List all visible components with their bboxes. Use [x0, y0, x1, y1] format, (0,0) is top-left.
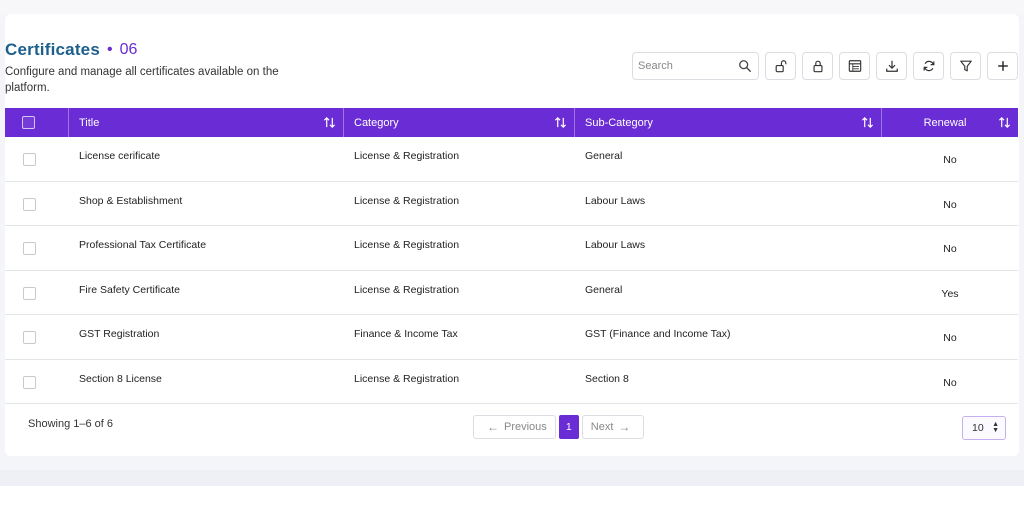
row-checkbox[interactable]	[22, 242, 36, 255]
filter-icon	[959, 60, 972, 72]
column-sub-category-label: Sub-Category	[585, 116, 653, 129]
page-1-button[interactable]: 1	[558, 415, 579, 439]
page-header: Certificates • 06	[5, 40, 137, 60]
row-checkbox[interactable]	[22, 197, 36, 211]
rows-per-page-select[interactable]: 10 ▲ ▼	[962, 416, 1006, 440]
download-icon	[885, 60, 898, 72]
row-checkbox-cell	[5, 182, 69, 226]
cell-title: Shop & Establishment	[79, 194, 183, 207]
lock-button[interactable]	[802, 52, 833, 80]
next-label: Next	[590, 421, 614, 433]
showing-count: Showing 1–6 of 6	[28, 418, 114, 430]
refresh-button[interactable]	[913, 52, 944, 80]
column-category-label: Category	[354, 116, 399, 129]
add-button[interactable]	[987, 52, 1018, 80]
download-button[interactable]	[876, 52, 907, 80]
select-arrows-icon: ▲ ▼	[992, 421, 999, 434]
table-row[interactable]: Fire Safety Certificate License & Regist…	[5, 271, 1018, 315]
toolbar	[632, 52, 1018, 80]
previous-button[interactable]: ← Previous	[473, 415, 556, 439]
table-icon	[848, 60, 861, 72]
cell-category: License & Registration	[354, 372, 460, 385]
bottom-band	[0, 470, 1024, 486]
page-subtitle: Configure and manage all certificates av…	[5, 66, 279, 94]
unlock-button[interactable]	[765, 52, 796, 80]
sort-icon[interactable]	[998, 116, 1011, 129]
cell-sub-category: Section 8	[585, 372, 629, 385]
previous-label: Previous	[504, 421, 547, 433]
cell-sub-category: GST (Finance and Income Tax)	[585, 328, 731, 340]
column-title[interactable]: Title	[69, 108, 344, 137]
cell-category: License & Registration	[354, 194, 460, 207]
cell-renewal: No	[943, 376, 957, 389]
cell-title: Section 8 License	[79, 372, 162, 385]
certificate-count: 06	[119, 41, 138, 58]
column-sub-category[interactable]: Sub-Category	[575, 108, 882, 137]
table-view-button[interactable]	[839, 52, 870, 80]
row-checkbox[interactable]	[22, 153, 36, 166]
cell-sub-category: Labour Laws	[585, 239, 646, 251]
cell-renewal: No	[943, 243, 957, 255]
row-checkbox-cell	[5, 137, 69, 181]
cell-renewal: Yes	[941, 287, 959, 300]
title-separator: •	[107, 41, 113, 58]
column-category[interactable]: Category	[344, 108, 575, 137]
cell-title: Professional Tax Certificate	[79, 239, 207, 251]
cell-title: Fire Safety Certificate	[79, 283, 180, 296]
refresh-icon	[923, 60, 934, 72]
table-footer: Showing 1–6 of 6 ← Previous 1 Next → 10 …	[5, 406, 1018, 442]
row-checkbox[interactable]	[22, 331, 36, 344]
cell-sub-category: General	[585, 150, 623, 162]
table-row[interactable]: Professional Tax Certificate License & R…	[5, 226, 1018, 271]
select-all-checkbox[interactable]	[22, 116, 35, 129]
row-checkbox-cell	[5, 360, 69, 404]
column-renewal[interactable]: Renewal	[882, 108, 1018, 137]
certificates-table: Title Category Sub-Category Renewal Lice…	[5, 108, 1018, 404]
cell-category: License & Registration	[354, 239, 460, 251]
cell-category: License & Registration	[354, 283, 460, 296]
row-checkbox-cell	[5, 226, 69, 270]
unlock-icon	[775, 60, 786, 73]
row-checkbox[interactable]	[22, 286, 36, 300]
table-row[interactable]: GST Registration Finance & Income Tax GS…	[5, 315, 1018, 360]
pagination: ← Previous 1 Next →	[473, 415, 645, 439]
filter-button[interactable]	[950, 52, 981, 80]
column-title-label: Title	[79, 116, 100, 129]
cell-renewal: No	[943, 332, 957, 344]
cell-title: GST Registration	[79, 328, 160, 340]
cell-category: Finance & Income Tax	[354, 328, 458, 340]
column-renewal-label: Renewal	[923, 116, 967, 129]
cell-title: License cerificate	[79, 150, 161, 162]
arrow-left-icon: ←	[487, 420, 499, 434]
cell-sub-category: General	[585, 283, 623, 296]
rows-per-page-value: 10	[972, 422, 984, 434]
page-title: Certificates	[5, 40, 100, 59]
arrow-right-icon: →	[618, 420, 631, 434]
search-box	[632, 52, 759, 80]
plus-icon	[997, 61, 1008, 71]
cell-renewal: No	[943, 198, 957, 211]
sort-icon[interactable]	[554, 116, 567, 129]
next-button[interactable]: Next →	[581, 415, 645, 439]
header-checkbox-cell	[5, 108, 69, 137]
cell-sub-category: Labour Laws	[585, 194, 646, 207]
table-header: Title Category Sub-Category Renewal	[5, 108, 1018, 137]
cell-renewal: No	[943, 154, 957, 166]
search-input[interactable]	[638, 53, 738, 79]
top-band	[0, 0, 1024, 14]
cell-category: License & Registration	[354, 150, 460, 162]
sort-icon[interactable]	[323, 116, 336, 129]
table-row[interactable]: Shop & Establishment License & Registrat…	[5, 182, 1018, 226]
lock-icon	[812, 60, 823, 73]
table-row[interactable]: Section 8 License License & Registration…	[5, 360, 1018, 404]
table-row[interactable]: License cerificate License & Registratio…	[5, 137, 1018, 182]
row-checkbox[interactable]	[22, 375, 36, 389]
row-checkbox-cell	[5, 271, 69, 315]
row-checkbox-cell	[5, 315, 69, 359]
search-icon[interactable]	[738, 59, 752, 73]
sort-icon[interactable]	[861, 116, 874, 129]
